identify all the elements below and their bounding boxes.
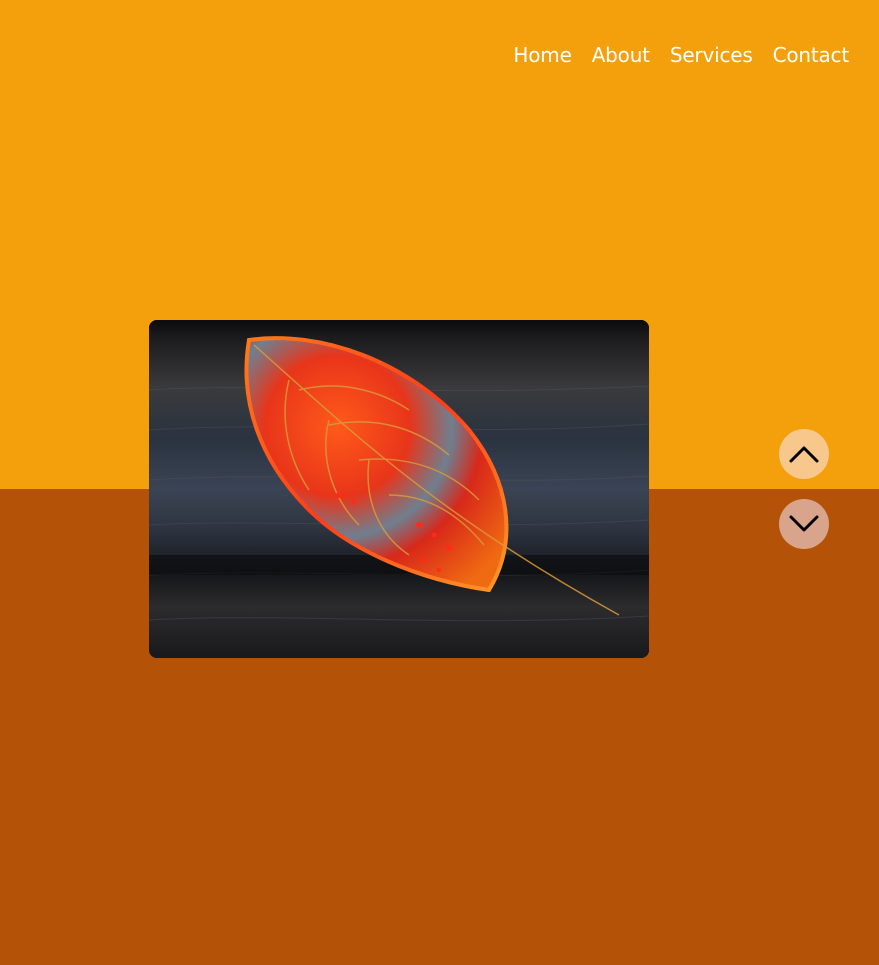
- leaf-image-card: [149, 320, 649, 658]
- scroll-down-button[interactable]: [779, 499, 829, 549]
- chevron-down-icon: [789, 515, 819, 532]
- main-nav: Home About Services Contact: [513, 40, 849, 70]
- nav-contact-link[interactable]: Contact: [773, 40, 850, 70]
- scroll-up-button[interactable]: [779, 429, 829, 479]
- nav-about-link[interactable]: About: [592, 40, 650, 70]
- nav-services-link[interactable]: Services: [670, 40, 753, 70]
- nav-home-link[interactable]: Home: [513, 40, 571, 70]
- leaf-image: [149, 320, 649, 658]
- chevron-up-icon: [789, 446, 819, 463]
- page: Home About Services Contact: [0, 0, 879, 965]
